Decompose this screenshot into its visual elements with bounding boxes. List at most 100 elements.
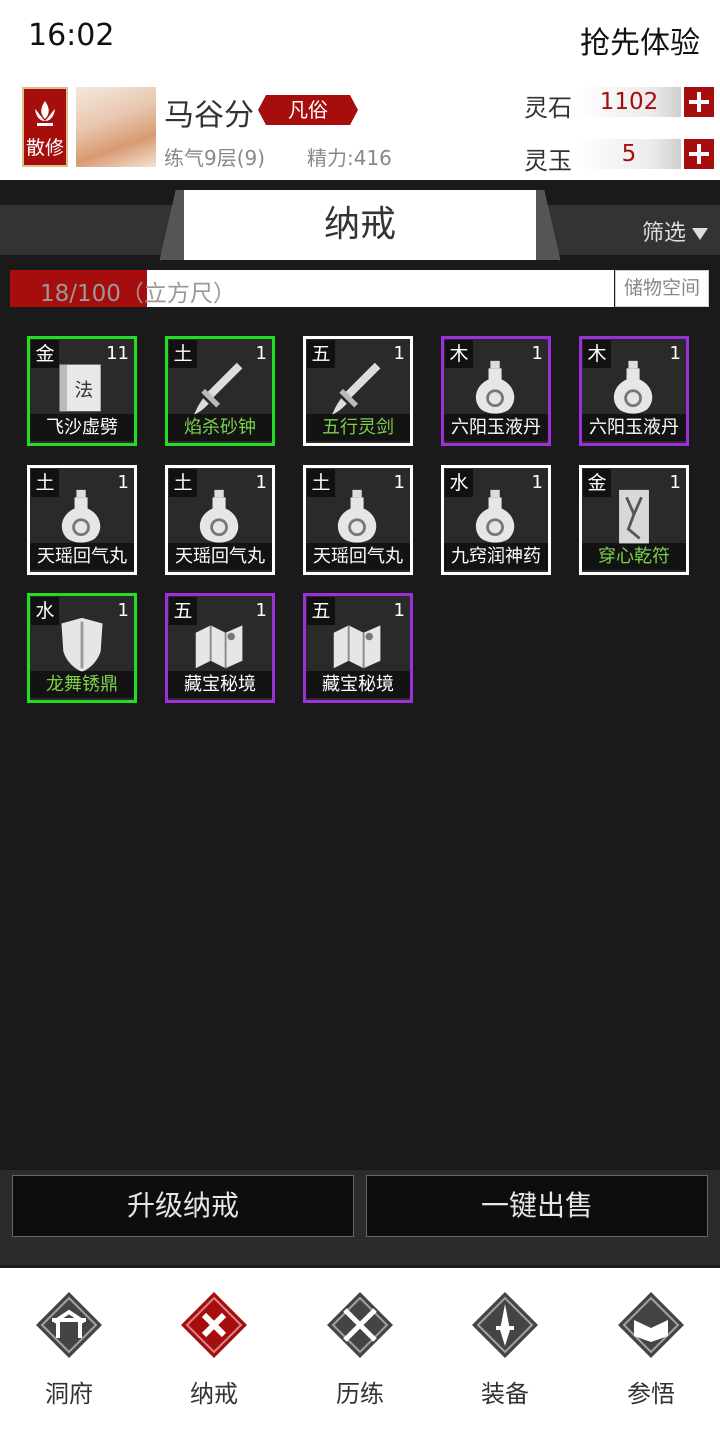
item-count: 1 [669,343,681,364]
capacity-text: 18/100（立方尺） [40,281,236,307]
item-name: 藏宝秘境 [306,671,410,698]
item-name: 六阳玉液丹 [444,414,548,441]
item-element: 五 [307,340,335,368]
player-level: 练气9层(9) [164,146,266,170]
cave-icon [36,1292,102,1358]
item-count: 1 [393,472,405,493]
item-count: 11 [106,343,129,364]
upgrade-ring-button[interactable]: 升级纳戒 [12,1175,354,1237]
gourd-icon [475,360,515,414]
bag-title: 纳戒 [160,190,560,260]
item-slot[interactable]: 法金 11 飞沙虚劈 [27,336,137,446]
nav-item[interactable]: 纳戒 [159,1290,269,1409]
sword-icon [193,362,243,415]
nav-label: 参悟 [627,1380,675,1408]
item-name: 藏宝秘境 [168,671,272,698]
spirit-jade-label: 灵玉 [524,147,572,175]
early-access-button[interactable]: 抢先体验 [580,18,700,62]
add-spirit-jade-button[interactable] [684,139,714,169]
item-slot[interactable]: 金 1 穿心乾符 [579,465,689,575]
sword-icon [331,362,381,415]
gourd-icon [199,489,239,543]
gourd-icon [337,489,377,543]
item-element: 土 [169,340,197,368]
ring-icon [181,1292,247,1358]
nav-item[interactable]: 洞府 [14,1290,124,1409]
spirit-stone-label: 灵石 [524,94,572,122]
lotus-icon [35,101,55,126]
book-icon [618,1292,684,1358]
item-element: 金 [31,340,59,368]
item-slot[interactable]: 土 1 天瑶回气丸 [165,465,275,575]
item-slot[interactable]: 土 1 天瑶回气丸 [303,465,413,575]
capacity-bar: 18/100（立方尺） [10,270,614,307]
item-count: 1 [393,600,405,621]
storage-space-button[interactable]: 储物空间 [615,270,709,307]
nav-label: 洞府 [45,1380,93,1408]
item-count: 1 [531,472,543,493]
spirit-jade-value: 5 [577,139,681,169]
status-time: 16:02 [28,18,115,53]
sell-all-button[interactable]: 一键出售 [366,1175,708,1237]
item-slot[interactable]: 木 1 六阳玉液丹 [441,336,551,446]
item-element: 土 [31,469,59,497]
item-slot[interactable]: 五 1 五行灵剑 [303,336,413,446]
add-spirit-stone-button[interactable] [684,87,714,117]
item-element: 木 [583,340,611,368]
item-slot[interactable]: 土 1 焰杀砂钟 [165,336,275,446]
player-name: 马谷分 [164,98,254,133]
item-element: 水 [31,597,59,625]
svg-text:法: 法 [75,380,94,401]
player-energy: 精力:416 [307,146,392,170]
item-name: 飞沙虚劈 [30,414,134,441]
swords-icon [327,1292,393,1358]
nav-item[interactable]: 装备 [450,1290,560,1409]
item-count: 1 [531,343,543,364]
item-slot[interactable]: 水 1 九窍润神药 [441,465,551,575]
item-name: 天瑶回气丸 [30,543,134,570]
filter-button[interactable]: 筛选 [642,215,708,247]
item-name: 穿心乾符 [582,543,686,570]
item-name: 九窍润神药 [444,543,548,570]
map-icon [195,625,243,669]
map-icon [333,625,381,669]
item-name: 六阳玉液丹 [582,414,686,441]
item-slot[interactable]: 木 1 六阳玉液丹 [579,336,689,446]
item-name: 天瑶回气丸 [306,543,410,570]
gourd-icon [475,489,515,543]
rank-badge: 凡俗 [258,95,358,125]
item-count: 1 [117,472,129,493]
item-element: 金 [583,469,611,497]
item-name: 龙舞锈鼎 [30,671,134,698]
nav-label: 历练 [336,1380,384,1408]
item-slot[interactable]: 水 1 龙舞锈鼎 [27,593,137,703]
item-name: 五行灵剑 [306,414,410,441]
item-element: 水 [445,469,473,497]
item-element: 五 [307,597,335,625]
gourd-icon [613,360,653,414]
nav-item[interactable]: 历练 [305,1290,415,1409]
item-element: 木 [445,340,473,368]
avatar[interactable] [76,87,156,167]
manual-icon: 法 [59,364,101,412]
item-count: 1 [669,472,681,493]
item-name: 天瑶回气丸 [168,543,272,570]
item-slot[interactable]: 五 1 藏宝秘境 [303,593,413,703]
sect-label: 散修 [25,137,64,159]
filter-icon [692,228,708,240]
item-count: 1 [255,343,267,364]
item-count: 1 [255,472,267,493]
item-slot[interactable]: 土 1 天瑶回气丸 [27,465,137,575]
item-count: 1 [255,600,267,621]
item-name: 焰杀砂钟 [168,414,272,441]
nav-item[interactable]: 参悟 [596,1290,706,1409]
filter-label: 筛选 [641,221,686,246]
item-slot[interactable]: 五 1 藏宝秘境 [165,593,275,703]
nav-label: 纳戒 [190,1380,238,1408]
item-element: 五 [169,597,197,625]
dagger-icon [472,1292,538,1358]
talisman-icon [619,489,649,544]
shield-icon [61,617,103,672]
sect-badge[interactable]: 散修 [22,87,68,167]
item-count: 1 [393,343,405,364]
